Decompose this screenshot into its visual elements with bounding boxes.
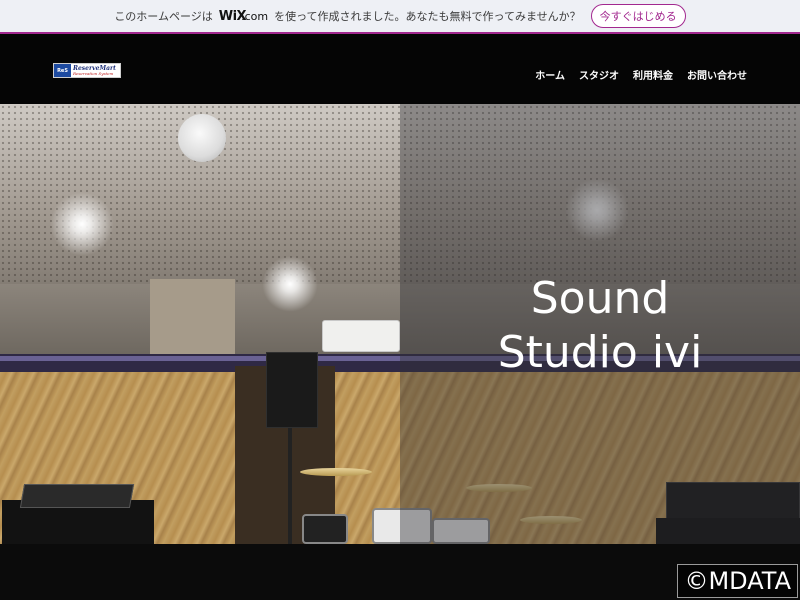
logo-text: ReserveMart Reservation System [71, 64, 120, 77]
nav-item-contact[interactable]: お問い合わせ [687, 67, 747, 82]
banner-text-after: を使って作成されました。あなたも無料で作ってみませんか？ [274, 10, 581, 23]
hero-section: Sound Studio ivi [0, 104, 800, 544]
wix-promo-banner: このホームページは WiX.com を使って作成されました。あなたも無料で作って… [0, 0, 800, 32]
start-now-button[interactable]: 今すぐはじめる [590, 4, 686, 28]
hero-title: Sound Studio ivi [400, 272, 800, 380]
copyright-watermark: ©MDATA [677, 564, 798, 598]
hero-title-line2: Studio ivi [497, 327, 703, 378]
logo-subtitle: Reservation System [73, 70, 114, 76]
site-header: ReS ReserveMart Reservation System ホーム ス… [0, 34, 800, 104]
nav-item-studio[interactable]: スタジオ [579, 67, 619, 82]
nav-item-home[interactable]: ホーム [535, 67, 565, 82]
hero-title-line1: Sound [530, 273, 670, 324]
logo-mark: ReS [54, 64, 71, 77]
main-nav: ホーム スタジオ 利用料金 お問い合わせ [535, 67, 747, 82]
banner-text-before: このホームページは [114, 10, 213, 23]
wix-brand-logo[interactable]: WiX.com [219, 9, 268, 24]
nav-item-pricing[interactable]: 利用料金 [633, 67, 673, 82]
site-logo[interactable]: ReS ReserveMart Reservation System [53, 63, 121, 78]
